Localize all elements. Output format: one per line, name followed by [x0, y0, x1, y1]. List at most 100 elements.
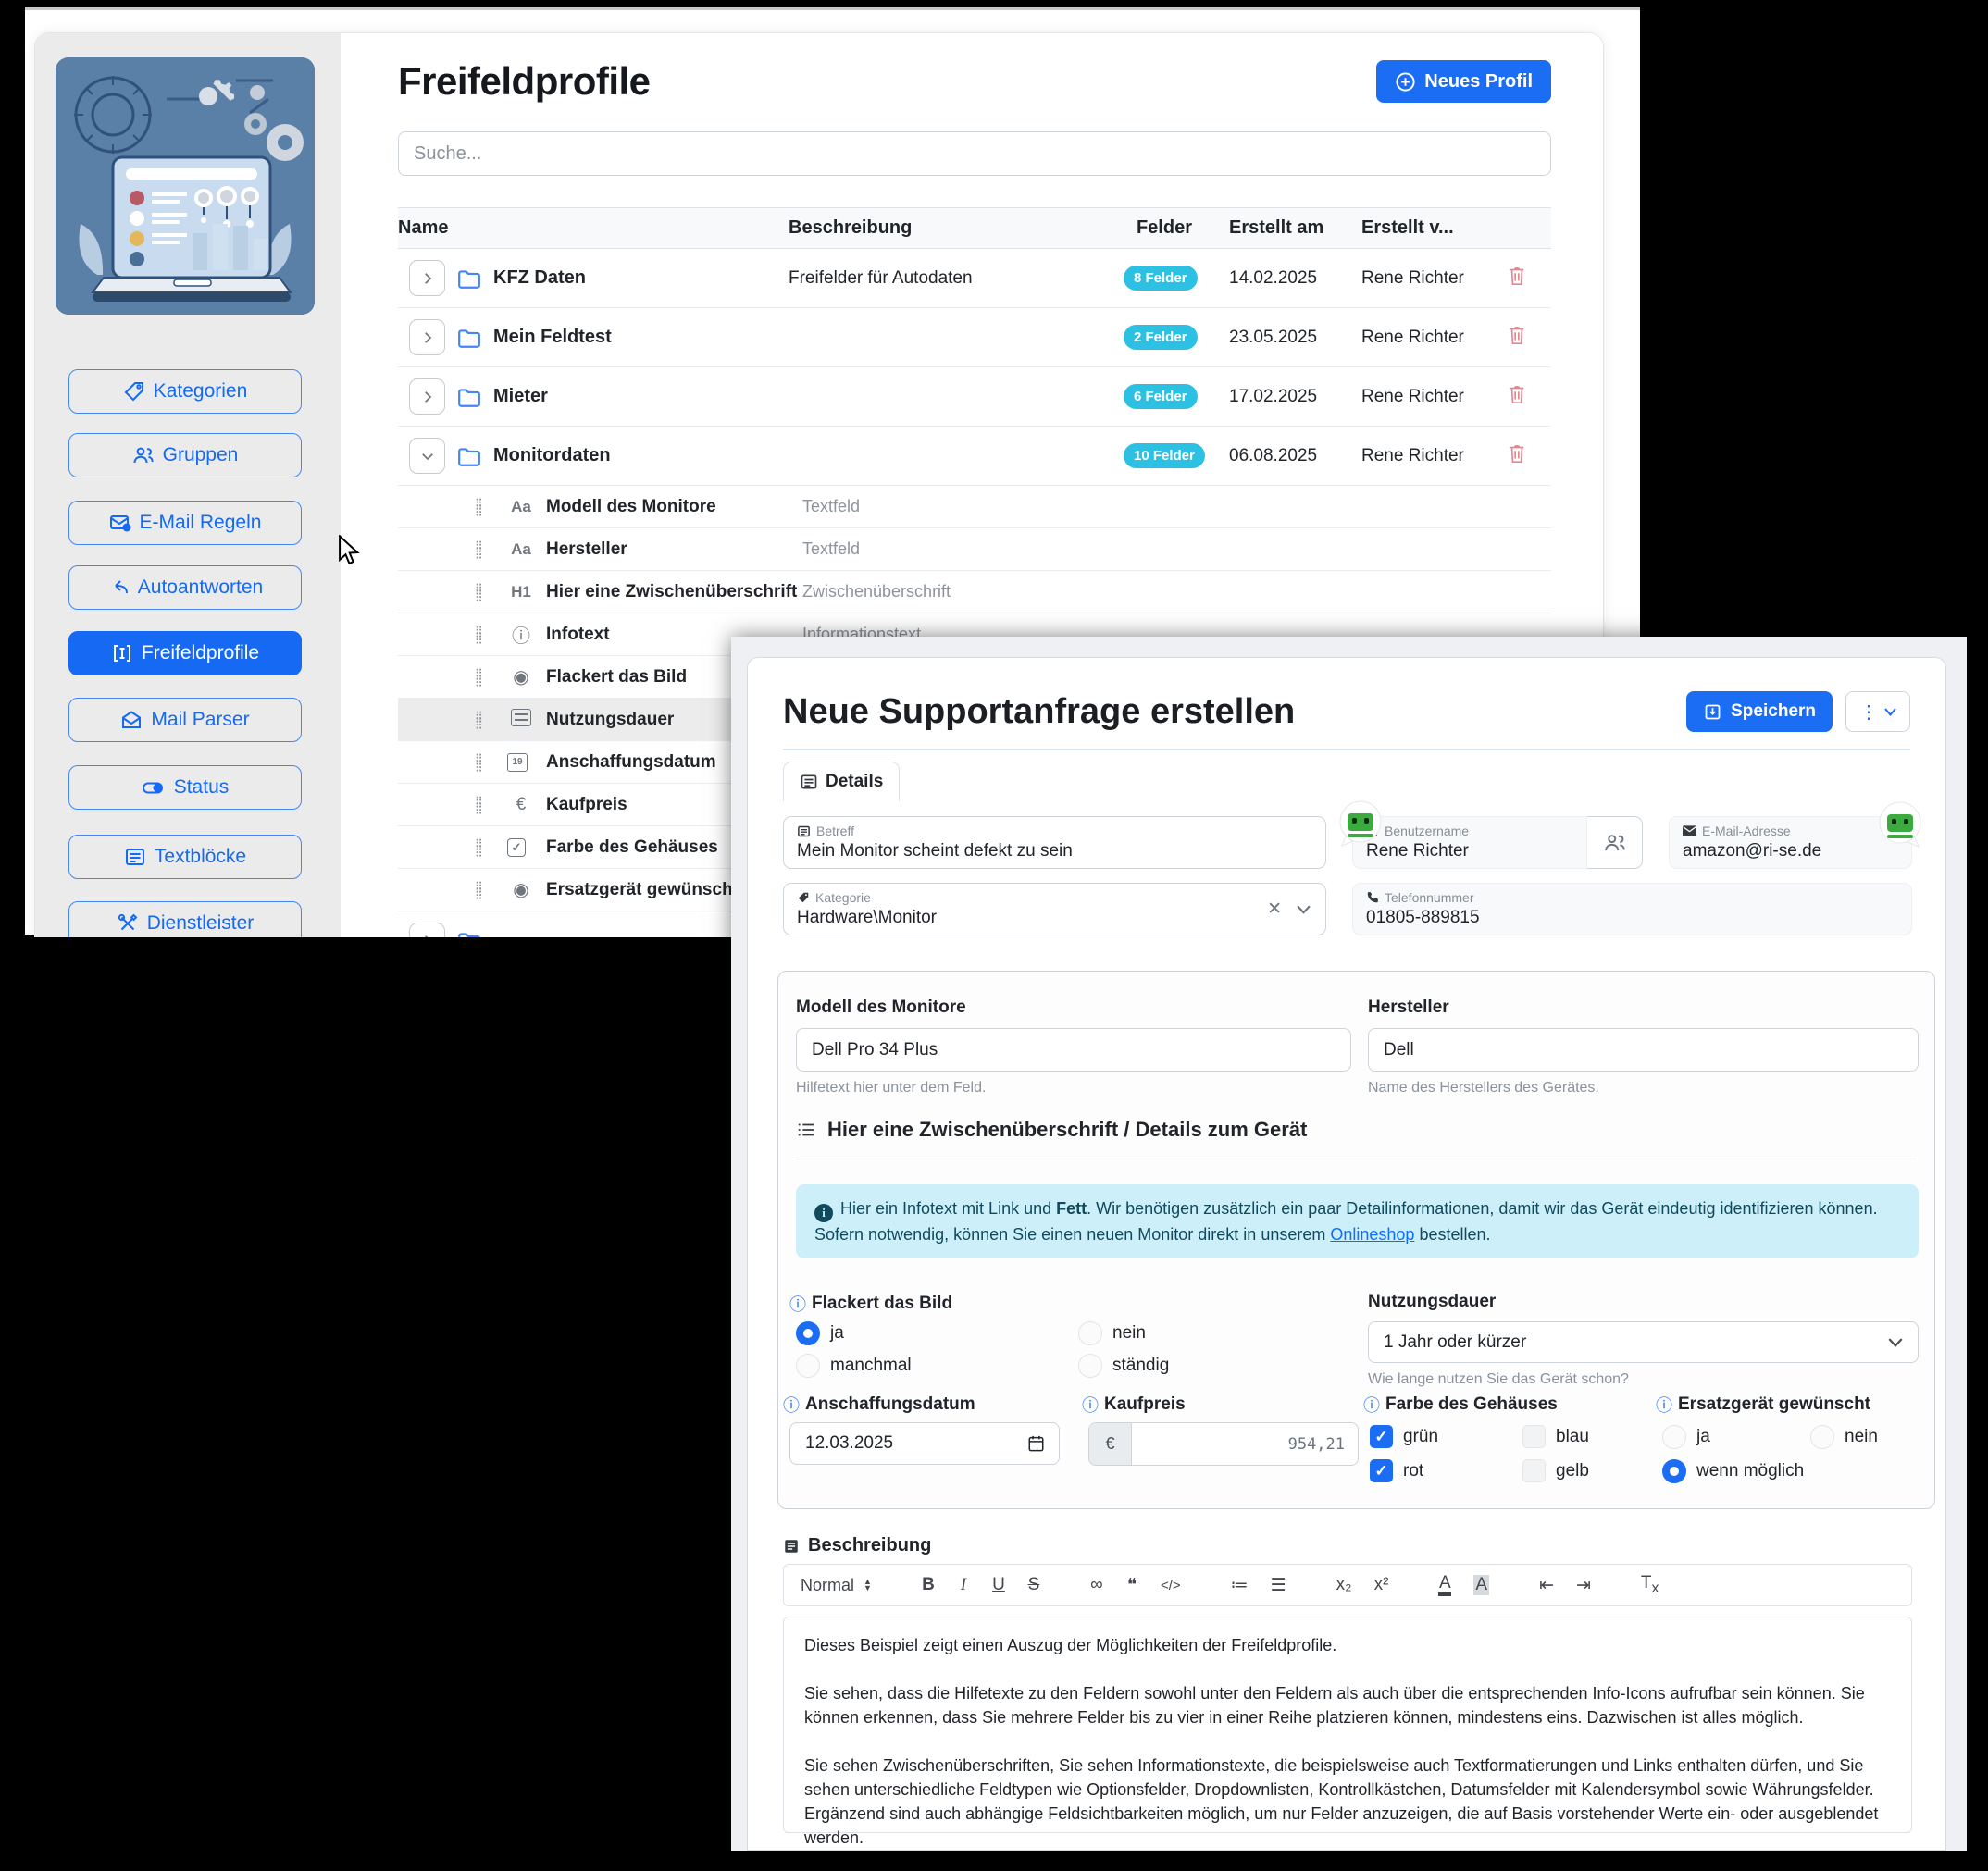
ordered-list-icon[interactable]: ≔: [1231, 1575, 1249, 1596]
collapse-button[interactable]: [409, 438, 445, 474]
radio-icon[interactable]: [1662, 1425, 1686, 1449]
expand-button[interactable]: [409, 378, 445, 415]
profile-name[interactable]: Mein Feldtest: [493, 327, 612, 348]
bullet-list-icon[interactable]: ☰: [1271, 1575, 1286, 1596]
beschreibung-editor[interactable]: Dieses Beispiel zeigt einen Auszug der M…: [783, 1617, 1912, 1833]
nutzungsdauer-select[interactable]: 1 Jahr oder kürzer: [1368, 1321, 1919, 1363]
checkbox-option[interactable]: blau: [1522, 1425, 1589, 1448]
italic-icon[interactable]: I: [957, 1575, 970, 1595]
radio-option[interactable]: nein: [1078, 1321, 1146, 1345]
field-info-icon[interactable]: ⓘ: [1082, 1393, 1099, 1417]
highlight-color-icon[interactable]: A: [1473, 1575, 1489, 1595]
outdent-icon[interactable]: ⇤: [1539, 1575, 1554, 1596]
autofill-robot-badge-icon[interactable]: [1876, 800, 1924, 849]
indent-icon[interactable]: ⇥: [1576, 1575, 1591, 1596]
drag-handle-icon[interactable]: ⣿⣿: [475, 628, 488, 641]
anschaffungsdatum-input[interactable]: 12.03.2025: [789, 1422, 1060, 1465]
delete-icon[interactable]: [1507, 324, 1527, 346]
select-user-button[interactable]: [1587, 816, 1643, 869]
sidebar-item-gruppen[interactable]: Gruppen: [68, 433, 302, 477]
expand-button[interactable]: [409, 923, 445, 937]
kategorie-field[interactable]: Kategorie Hardware\Monitor ✕: [783, 883, 1326, 936]
search-input[interactable]: [398, 131, 1551, 176]
more-actions-button[interactable]: ⋮: [1845, 691, 1910, 732]
hersteller-input[interactable]: Dell: [1368, 1028, 1919, 1072]
checkbox-option[interactable]: ✓grün: [1370, 1425, 1438, 1448]
blockquote-icon[interactable]: ❝: [1125, 1575, 1138, 1596]
radio-icon[interactable]: [1078, 1354, 1102, 1378]
radio-selected-icon[interactable]: [796, 1321, 820, 1345]
radio-option[interactable]: ja: [796, 1321, 844, 1345]
drag-handle-icon[interactable]: ⣿⣿: [475, 884, 488, 897]
anschaffungsdatum-label-row: ⓘ Anschaffungsdatum: [783, 1393, 975, 1417]
field-info-icon[interactable]: ⓘ: [1656, 1393, 1672, 1417]
profile-name[interactable]: Mieter: [493, 386, 548, 407]
sidebar-item-status[interactable]: Status: [68, 765, 302, 810]
delete-icon[interactable]: [1507, 265, 1527, 287]
field-info-icon[interactable]: ⓘ: [789, 1292, 806, 1316]
sidebar-item-email-regeln[interactable]: E-Mail Regeln: [68, 501, 302, 545]
chevron-down-icon[interactable]: [1297, 905, 1311, 914]
strikethrough-icon[interactable]: S: [1027, 1575, 1040, 1595]
format-dropdown[interactable]: Normal▲▼: [801, 1576, 872, 1595]
drag-handle-icon[interactable]: ⣿⣿: [475, 501, 488, 514]
sidebar-item-textbloecke[interactable]: Textblöcke: [68, 835, 302, 879]
expand-button[interactable]: [409, 319, 445, 355]
bold-icon[interactable]: B: [922, 1575, 935, 1595]
calendar-icon[interactable]: [1028, 1435, 1044, 1452]
neues-profil-button[interactable]: Neues Profil: [1376, 60, 1551, 103]
field-row[interactable]: ⣿⣿ Aa Modell des Monitore Textfeld: [398, 486, 1551, 528]
delete-icon[interactable]: [1507, 442, 1527, 465]
code-icon[interactable]: </>: [1161, 1578, 1181, 1593]
radio-icon[interactable]: [1810, 1425, 1834, 1449]
sidebar-item-dienstleister[interactable]: Dienstleister: [68, 901, 302, 937]
drag-handle-icon[interactable]: ⣿⣿: [475, 713, 488, 726]
expand-button[interactable]: [409, 260, 445, 296]
drag-handle-icon[interactable]: ⣿⣿: [475, 543, 488, 556]
sidebar-item-mail-parser[interactable]: Mail Parser: [68, 698, 302, 742]
radio-option[interactable]: wenn möglich: [1662, 1459, 1804, 1483]
field-info-icon[interactable]: ⓘ: [783, 1393, 800, 1417]
field-row[interactable]: ⣿⣿ H1 Hier eine Zwischenüberschrift Zwis…: [398, 571, 1551, 613]
link-icon[interactable]: ∞: [1090, 1575, 1103, 1595]
field-info-icon[interactable]: ⓘ: [1363, 1393, 1380, 1417]
drag-handle-icon[interactable]: ⣿⣿: [475, 671, 488, 684]
radio-icon[interactable]: [1078, 1321, 1102, 1345]
kaufpreis-input[interactable]: € 954,21: [1088, 1422, 1359, 1466]
clear-kategorie-icon[interactable]: ✕: [1267, 898, 1282, 920]
checkbox-checked-icon[interactable]: ✓: [1370, 1459, 1393, 1482]
drag-handle-icon[interactable]: ⣿⣿: [475, 799, 488, 812]
sidebar-item-kategorien[interactable]: Kategorien: [68, 369, 302, 414]
betreff-field[interactable]: Betreff Mein Monitor scheint defekt zu s…: [783, 816, 1326, 869]
radio-option[interactable]: ständig: [1078, 1354, 1169, 1378]
checkbox-option[interactable]: ✓rot: [1370, 1459, 1423, 1482]
checkbox-option[interactable]: gelb: [1522, 1459, 1589, 1482]
drag-handle-icon[interactable]: ⣿⣿: [475, 586, 488, 599]
speichern-button[interactable]: Speichern: [1686, 691, 1833, 732]
profile-name[interactable]: Monitordaten: [493, 445, 611, 466]
delete-icon[interactable]: [1507, 383, 1527, 405]
sidebar-item-freifeldprofile[interactable]: Freifeldprofile: [68, 631, 302, 675]
autofill-robot-badge-icon[interactable]: [1336, 799, 1385, 848]
checkbox-icon[interactable]: [1522, 1425, 1546, 1448]
radio-option[interactable]: manchmal: [796, 1354, 912, 1378]
drag-handle-icon[interactable]: ⣿⣿: [475, 841, 488, 854]
tab-details[interactable]: Details: [783, 762, 900, 801]
checkbox-checked-icon[interactable]: ✓: [1370, 1425, 1393, 1448]
clear-formatting-icon[interactable]: Tx: [1641, 1573, 1659, 1597]
radio-option[interactable]: nein: [1810, 1425, 1878, 1449]
onlineshop-link[interactable]: Onlineshop: [1330, 1225, 1414, 1244]
profile-name[interactable]: KFZ Daten: [493, 267, 586, 289]
field-row[interactable]: ⣿⣿ Aa Hersteller Textfeld: [398, 528, 1551, 571]
checkbox-icon[interactable]: [1522, 1459, 1546, 1482]
modell-input[interactable]: Dell Pro 34 Plus: [796, 1028, 1351, 1072]
subscript-icon[interactable]: x₂: [1336, 1575, 1352, 1595]
radio-icon[interactable]: [796, 1354, 820, 1378]
sidebar-item-autoantworten[interactable]: Autoantworten: [68, 565, 302, 610]
drag-handle-icon[interactable]: ⣿⣿: [475, 756, 488, 769]
superscript-icon[interactable]: x²: [1374, 1575, 1389, 1595]
underline-icon[interactable]: U: [992, 1575, 1005, 1595]
radio-option[interactable]: ja: [1662, 1425, 1710, 1449]
radio-selected-icon[interactable]: [1662, 1459, 1686, 1483]
text-color-icon[interactable]: A: [1438, 1574, 1451, 1596]
